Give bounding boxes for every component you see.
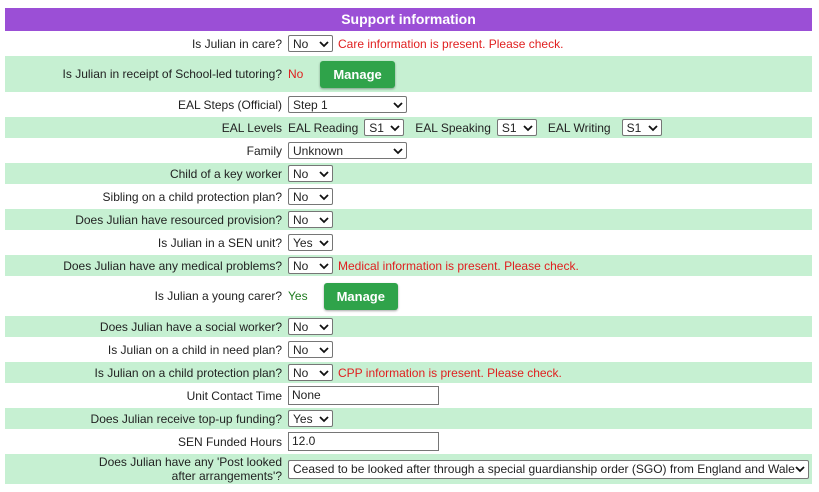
social-worker-label: Does Julian have a social worker? bbox=[99, 319, 282, 334]
row-child-in-need: Is Julian on a child in need plan? No bbox=[5, 339, 812, 360]
row-medical: Does Julian have any medical problems? N… bbox=[5, 255, 812, 276]
row-key-worker: Child of a key worker No bbox=[5, 163, 812, 184]
eal-writing-label: EAL Writing bbox=[547, 120, 611, 135]
chevron-down-icon bbox=[523, 124, 533, 131]
row-post-looked-after: Does Julian have any 'Post looked after … bbox=[5, 454, 812, 484]
row-child-protection: Is Julian on a child protection plan? No… bbox=[5, 362, 812, 383]
chevron-down-icon bbox=[319, 193, 329, 200]
young-carer-manage-button[interactable]: Manage bbox=[323, 282, 398, 310]
topup-select[interactable]: Yes bbox=[288, 410, 333, 427]
post-lac-select[interactable]: Ceased to be looked after through a spec… bbox=[288, 459, 809, 479]
support-information-panel: Support information Is Julian in care? N… bbox=[5, 8, 812, 484]
chevron-down-icon bbox=[393, 101, 403, 108]
medical-warning: Medical information is present. Please c… bbox=[338, 258, 579, 273]
chevron-down-icon bbox=[647, 124, 658, 131]
unit-contact-label: Unit Contact Time bbox=[186, 388, 282, 403]
chevron-down-icon bbox=[393, 147, 403, 154]
resourced-label: Does Julian have resourced provision? bbox=[75, 212, 282, 227]
chevron-down-icon bbox=[319, 323, 329, 330]
chevron-down-icon bbox=[319, 216, 329, 223]
topup-label: Does Julian receive top-up funding? bbox=[90, 411, 282, 426]
tutoring-value: No bbox=[288, 67, 304, 81]
tutoring-manage-button[interactable]: Manage bbox=[320, 60, 395, 88]
chevron-down-icon bbox=[319, 415, 329, 422]
sibling-cpp-select[interactable]: No bbox=[288, 188, 333, 205]
eal-writing-select[interactable]: S1 bbox=[621, 119, 662, 136]
row-tutoring: Is Julian in receipt of School-led tutor… bbox=[5, 56, 812, 92]
sen-hours-label: SEN Funded Hours bbox=[177, 434, 282, 449]
tutoring-label: Is Julian in receipt of School-led tutor… bbox=[62, 67, 282, 81]
in-care-label: Is Julian in care? bbox=[191, 36, 282, 51]
care-warning: Care information is present. Please chec… bbox=[338, 36, 564, 51]
cin-select[interactable]: No bbox=[288, 341, 333, 358]
chevron-down-icon bbox=[319, 346, 329, 353]
row-resourced-provision: Does Julian have resourced provision? No bbox=[5, 209, 812, 230]
sibling-cpp-label: Sibling on a child protection plan? bbox=[102, 189, 282, 204]
chevron-down-icon bbox=[319, 369, 329, 376]
eal-reading-label: EAL Reading bbox=[288, 120, 359, 135]
eal-reading-select[interactable]: S1 bbox=[364, 119, 405, 136]
young-carer-value: Yes bbox=[288, 289, 308, 303]
eal-steps-label: EAL Steps (Official) bbox=[177, 97, 282, 112]
sen-unit-select[interactable]: Yes bbox=[288, 234, 333, 251]
chevron-down-icon bbox=[319, 170, 329, 177]
cpp-label: Is Julian on a child protection plan? bbox=[94, 365, 282, 380]
family-select[interactable]: Unknown bbox=[288, 142, 407, 159]
row-sen-funded-hours: SEN Funded Hours 12.0 bbox=[5, 431, 812, 452]
row-topup-funding: Does Julian receive top-up funding? Yes bbox=[5, 408, 812, 429]
chevron-down-icon bbox=[795, 466, 805, 473]
post-lac-label: Does Julian have any 'Post looked after … bbox=[98, 455, 282, 483]
row-unit-contact-time: Unit Contact Time None bbox=[5, 385, 812, 406]
row-sen-unit: Is Julian in a SEN unit? Yes bbox=[5, 232, 812, 253]
young-carer-label: Is Julian a young carer? bbox=[154, 289, 282, 303]
chevron-down-icon bbox=[319, 239, 329, 246]
cin-label: Is Julian on a child in need plan? bbox=[107, 342, 282, 357]
sen-hours-input[interactable]: 12.0 bbox=[288, 432, 439, 451]
cpp-select[interactable]: No bbox=[288, 364, 333, 381]
key-worker-label: Child of a key worker bbox=[169, 166, 282, 181]
in-care-select[interactable]: No bbox=[288, 35, 333, 52]
medical-label: Does Julian have any medical problems? bbox=[63, 258, 282, 273]
key-worker-select[interactable]: No bbox=[288, 165, 333, 182]
row-eal-levels: EAL Levels EAL Reading S1 EAL Speaking S… bbox=[5, 117, 812, 138]
cpp-warning: CPP information is present. Please check… bbox=[338, 365, 562, 380]
chevron-down-icon bbox=[319, 262, 329, 269]
row-sibling-cpp: Sibling on a child protection plan? No bbox=[5, 186, 812, 207]
family-label: Family bbox=[246, 143, 282, 158]
unit-contact-input[interactable]: None bbox=[288, 386, 439, 405]
sen-unit-label: Is Julian in a SEN unit? bbox=[157, 235, 282, 250]
eal-speaking-select[interactable]: S1 bbox=[496, 119, 537, 136]
eal-steps-select[interactable]: Step 1 bbox=[288, 96, 407, 113]
eal-levels-label: EAL Levels bbox=[221, 120, 282, 135]
row-eal-steps: EAL Steps (Official) Step 1 bbox=[5, 94, 812, 115]
row-social-worker: Does Julian have a social worker? No bbox=[5, 316, 812, 337]
medical-select[interactable]: No bbox=[288, 257, 333, 274]
resourced-select[interactable]: No bbox=[288, 211, 333, 228]
social-worker-select[interactable]: No bbox=[288, 318, 333, 335]
section-header: Support information bbox=[5, 8, 812, 31]
chevron-down-icon bbox=[319, 40, 329, 47]
row-young-carer: Is Julian a young carer? Yes Manage bbox=[5, 278, 812, 314]
eal-speaking-label: EAL Speaking bbox=[415, 120, 491, 135]
chevron-down-icon bbox=[390, 124, 400, 131]
row-family: Family Unknown bbox=[5, 140, 812, 161]
row-in-care: Is Julian in care? No Care information i… bbox=[5, 33, 812, 54]
